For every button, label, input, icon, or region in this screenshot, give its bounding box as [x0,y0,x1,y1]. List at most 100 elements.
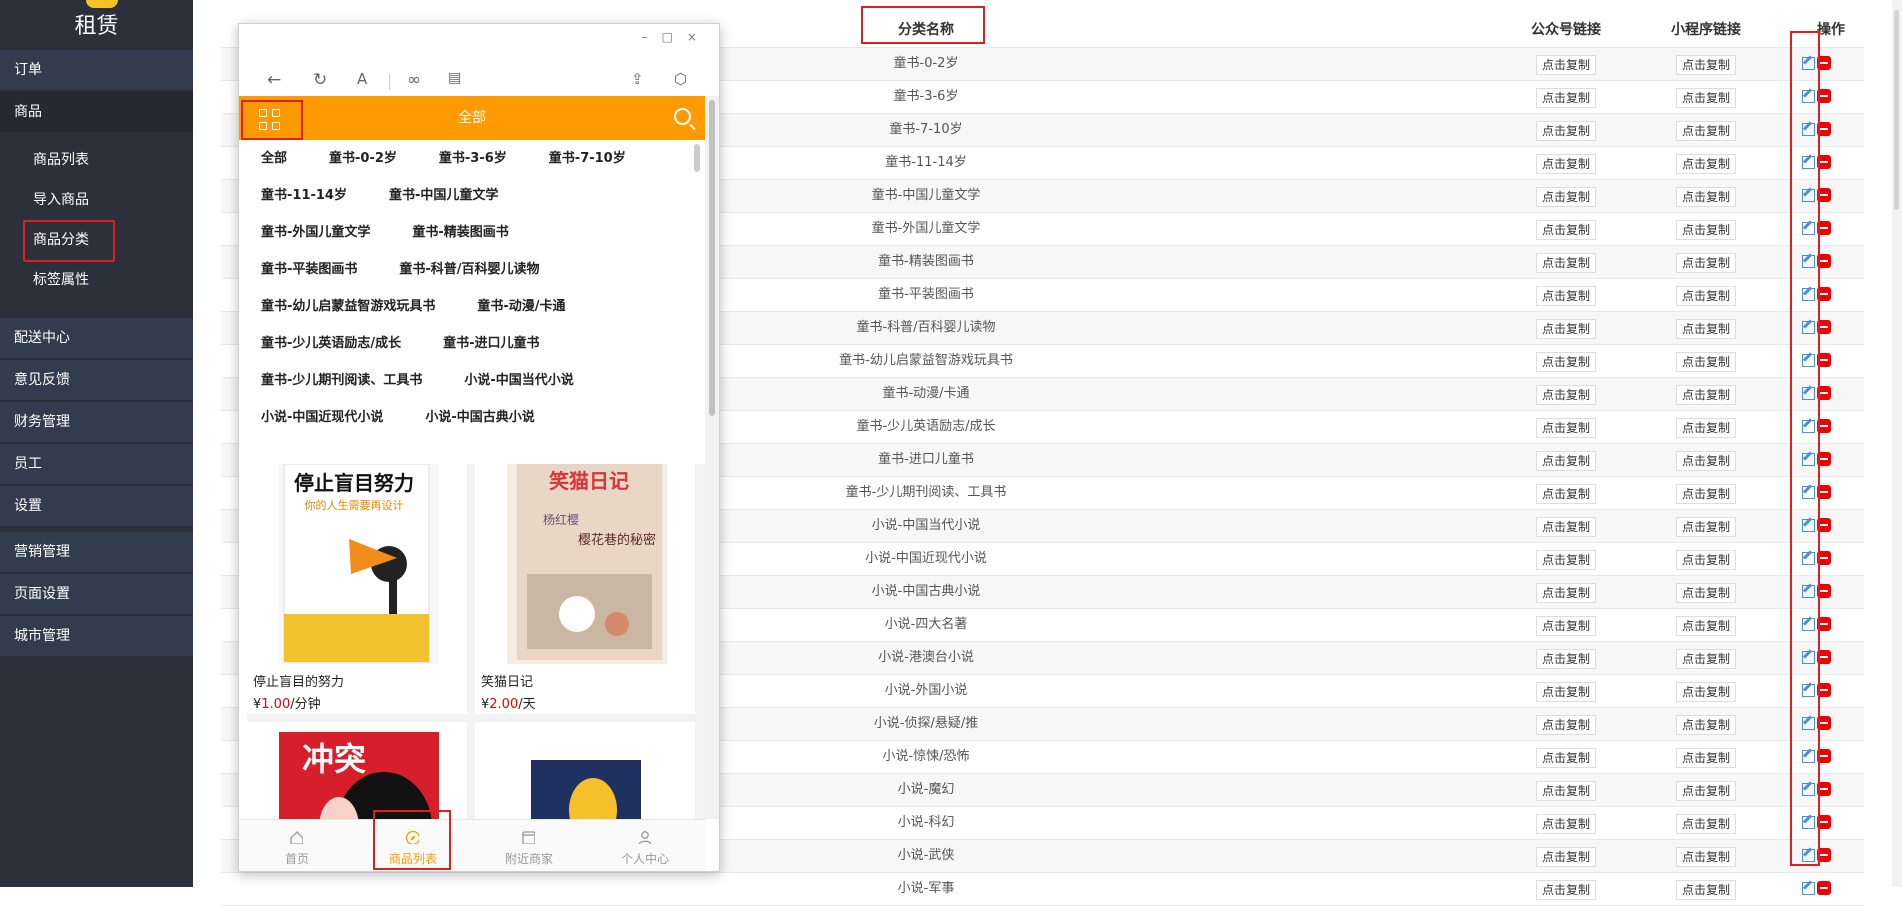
category-chip[interactable]: 小说-中国近现代小说 [261,399,383,436]
copy-mp-link-button[interactable]: 点击复制 [1676,88,1737,108]
page-scrollbar-thumb[interactable] [1894,10,1899,210]
copy-gzh-link-button[interactable]: 点击复制 [1536,121,1597,141]
category-chip[interactable]: 小说-中国古典小说 [425,399,534,436]
copy-gzh-link-button[interactable]: 点击复制 [1536,682,1597,702]
layout-icon[interactable]: ▤ [448,70,461,86]
copy-mp-link-button[interactable]: 点击复制 [1676,385,1737,405]
preview-scrollbar-thumb[interactable] [709,100,715,416]
subnav-product-list[interactable]: 商品列表 [0,140,193,180]
copy-mp-link-button[interactable]: 点击复制 [1676,121,1737,141]
refresh-icon[interactable]: ↻ [313,70,327,90]
copy-mp-link-button[interactable]: 点击复制 [1676,286,1737,306]
bottom-nav-nearby[interactable]: 附近商家 [471,820,587,871]
category-chip[interactable]: 童书-3-6岁 [439,140,507,177]
copy-mp-link-button[interactable]: 点击复制 [1676,517,1737,537]
copy-gzh-link-button[interactable]: 点击复制 [1536,616,1597,636]
category-chip[interactable]: 童书-少儿期刊阅读、工具书 [261,362,422,399]
bottom-nav-product-list[interactable]: 商品列表 [355,810,471,871]
bottom-nav-profile[interactable]: 个人中心 [587,820,703,871]
category-chip[interactable]: 童书-少儿英语励志/成长 [261,325,401,362]
nav-delivery[interactable]: 配送中心 [0,318,193,358]
category-chip[interactable]: 童书-中国儿童文学 [389,177,498,214]
copy-gzh-link-button[interactable]: 点击复制 [1536,451,1597,471]
copy-gzh-link-button[interactable]: 点击复制 [1536,352,1597,372]
edit-icon[interactable] [1802,882,1815,895]
copy-gzh-link-button[interactable]: 点击复制 [1536,583,1597,603]
nav-city[interactable]: 城市管理 [0,616,193,656]
product-card[interactable]: 停止盲目努力 你的人生需要再设计 停止盲目的努力 ¥1.00/分钟 [247,464,467,714]
copy-mp-link-button[interactable]: 点击复制 [1676,781,1737,801]
copy-mp-link-button[interactable]: 点击复制 [1676,682,1737,702]
copy-gzh-link-button[interactable]: 点击复制 [1536,187,1597,207]
copy-mp-link-button[interactable]: 点击复制 [1676,748,1737,768]
copy-mp-link-button[interactable]: 点击复制 [1676,187,1737,207]
category-chip[interactable]: 童书-进口儿童书 [443,325,539,362]
copy-gzh-link-button[interactable]: 点击复制 [1536,319,1597,339]
category-chip[interactable]: 童书-幼儿启蒙益智游戏玩具书 [261,288,435,325]
category-chip[interactable]: 童书-精装图画书 [412,214,508,251]
copy-mp-link-button[interactable]: 点击复制 [1676,418,1737,438]
nav-marketing[interactable]: 营销管理 [0,532,193,572]
copy-mp-link-button[interactable]: 点击复制 [1676,352,1737,372]
copy-mp-link-button[interactable]: 点击复制 [1676,484,1737,504]
category-chip[interactable]: 小说-中国当代小说 [464,362,573,399]
copy-gzh-link-button[interactable]: 点击复制 [1536,286,1597,306]
copy-gzh-link-button[interactable]: 点击复制 [1536,55,1597,75]
nav-products[interactable]: 商品 [0,92,193,132]
copy-mp-link-button[interactable]: 点击复制 [1676,451,1737,471]
copy-gzh-link-button[interactable]: 点击复制 [1536,88,1597,108]
category-chip[interactable]: 童书-外国儿童文学 [261,214,370,251]
copy-gzh-link-button[interactable]: 点击复制 [1536,748,1597,768]
copy-mp-link-button[interactable]: 点击复制 [1676,880,1737,900]
category-grid-button[interactable] [241,100,303,140]
copy-gzh-link-button[interactable]: 点击复制 [1536,814,1597,834]
copy-gzh-link-button[interactable]: 点击复制 [1536,220,1597,240]
share-icon[interactable]: ⇪ [631,70,644,88]
nav-page-settings[interactable]: 页面设置 [0,574,193,614]
copy-mp-link-button[interactable]: 点击复制 [1676,55,1737,75]
category-chip[interactable]: 童书-动漫/卡通 [477,288,565,325]
copy-gzh-link-button[interactable]: 点击复制 [1536,781,1597,801]
copy-gzh-link-button[interactable]: 点击复制 [1536,154,1597,174]
copy-mp-link-button[interactable]: 点击复制 [1676,649,1737,669]
back-icon[interactable]: ← [267,70,281,90]
copy-mp-link-button[interactable]: 点击复制 [1676,220,1737,240]
copy-gzh-link-button[interactable]: 点击复制 [1536,880,1597,900]
subnav-import-products[interactable]: 导入商品 [0,180,193,220]
search-icon[interactable] [674,108,691,125]
copy-mp-link-button[interactable]: 点击复制 [1676,616,1737,636]
copy-gzh-link-button[interactable]: 点击复制 [1536,649,1597,669]
copy-gzh-link-button[interactable]: 点击复制 [1536,550,1597,570]
copy-mp-link-button[interactable]: 点击复制 [1676,715,1737,735]
copy-gzh-link-button[interactable]: 点击复制 [1536,253,1597,273]
window-controls[interactable]: –□× [642,30,711,44]
nav-settings[interactable]: 设置 [0,486,193,526]
copy-gzh-link-button[interactable]: 点击复制 [1536,385,1597,405]
copy-gzh-link-button[interactable]: 点击复制 [1536,715,1597,735]
category-scrollbar[interactable] [694,144,700,172]
category-chip[interactable]: 童书-11-14岁 [261,177,347,214]
copy-mp-link-button[interactable]: 点击复制 [1676,319,1737,339]
copy-mp-link-button[interactable]: 点击复制 [1676,253,1737,273]
package-icon[interactable]: ⬡ [674,70,687,88]
nav-feedback[interactable]: 意见反馈 [0,360,193,400]
product-card[interactable]: 笑猫日记 杨红樱 樱花巷的秘密 笑猫日记 ¥2.00/天 [475,464,695,714]
link-icon[interactable]: ∞ [407,70,421,90]
copy-mp-link-button[interactable]: 点击复制 [1676,847,1737,867]
bottom-nav-home[interactable]: 首页 [239,820,355,871]
category-chip[interactable]: 童书-0-2岁 [329,140,397,177]
copy-mp-link-button[interactable]: 点击复制 [1676,154,1737,174]
copy-mp-link-button[interactable]: 点击复制 [1676,550,1737,570]
category-chip[interactable]: 童书-7-10岁 [549,140,626,177]
nav-finance[interactable]: 财务管理 [0,402,193,442]
category-chip[interactable]: 童书-科普/百科婴儿读物 [399,251,539,288]
category-chip[interactable]: 童书-平装图画书 [261,251,357,288]
delete-icon[interactable] [1817,881,1831,895]
copy-gzh-link-button[interactable]: 点击复制 [1536,517,1597,537]
copy-mp-link-button[interactable]: 点击复制 [1676,814,1737,834]
font-icon[interactable]: A [357,70,367,88]
subnav-product-category[interactable]: 商品分类 [0,220,193,262]
category-chip[interactable]: 全部 [261,140,287,177]
copy-gzh-link-button[interactable]: 点击复制 [1536,847,1597,867]
copy-gzh-link-button[interactable]: 点击复制 [1536,484,1597,504]
